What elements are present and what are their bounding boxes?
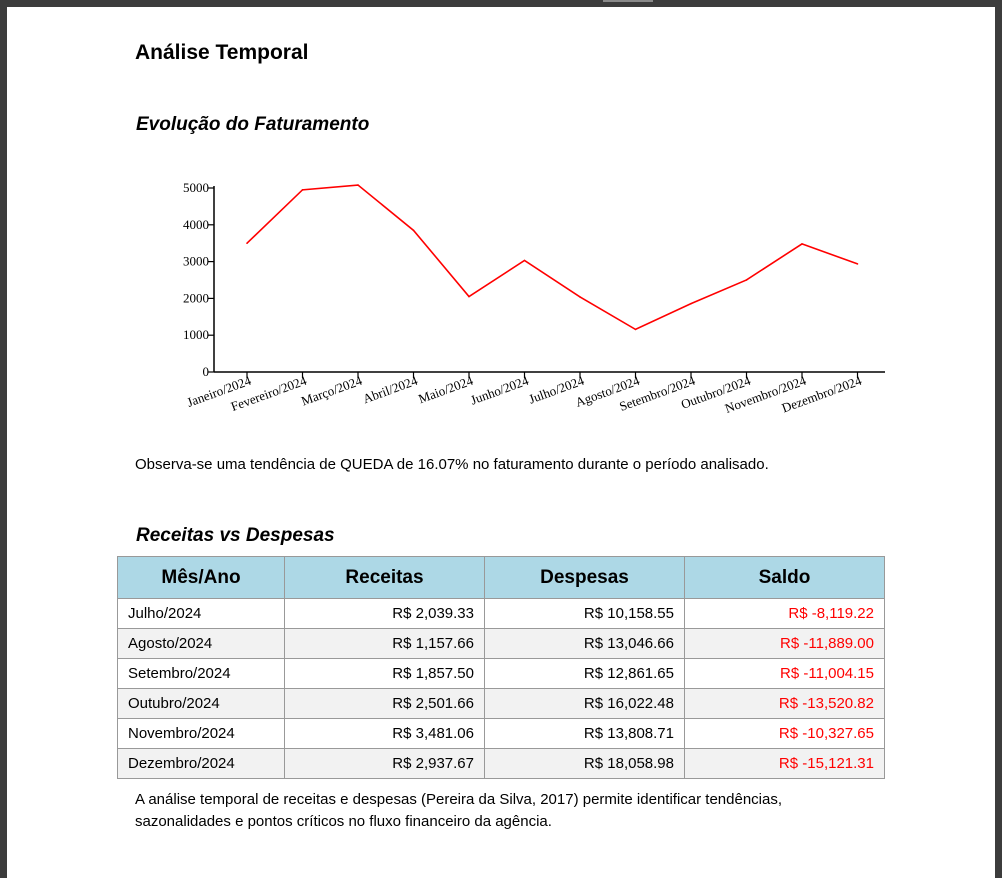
x-tick-label: Junho/2024 — [468, 373, 531, 408]
revenue-line-chart: 010002000300040005000Janeiro/2024Feverei… — [183, 180, 885, 416]
table-row: Novembro/2024 R$ 3,481.06 R$ 13,808.71 R… — [117, 718, 885, 749]
cell-income: R$ 2,937.67 — [284, 748, 485, 779]
revenue-series-line — [246, 184, 858, 331]
column-header-balance: Saldo — [684, 556, 885, 599]
data-point — [246, 242, 248, 244]
analysis-note-line-2: sazonalidades e pontos críticos no fluxo… — [135, 813, 552, 830]
data-point — [301, 189, 304, 191]
cell-month: Dezembro/2024 — [117, 748, 285, 779]
cell-balance: R$ -10,327.65 — [684, 718, 885, 749]
table-row: Julho/2024 R$ 2,039.33 R$ 10,158.55 R$ -… — [117, 598, 885, 629]
cell-income: R$ 1,857.50 — [284, 658, 485, 689]
document-page: Análise Temporal Evolução do Faturamento… — [7, 7, 995, 878]
y-tick-label: 3000 — [183, 254, 209, 269]
data-point — [634, 328, 637, 331]
data-point — [856, 263, 859, 265]
data-point — [357, 184, 359, 186]
table-row: Outubro/2024 R$ 2,501.66 R$ 16,022.48 R$… — [117, 688, 885, 719]
table-row: Dezembro/2024 R$ 2,937.67 R$ 18,058.98 R… — [117, 748, 885, 779]
income-expenses-table: Mês/Ano Receitas Despesas Saldo Julho/20… — [117, 556, 885, 779]
analysis-note: A análise temporal de receitas e despesa… — [135, 789, 782, 833]
cell-income: R$ 2,039.33 — [284, 598, 485, 629]
cell-balance: R$ -13,520.82 — [684, 688, 885, 719]
x-tick-label: Abril/2024 — [361, 373, 420, 407]
viewer-top-bar — [0, 0, 1002, 7]
cell-expenses: R$ 12,861.65 — [484, 658, 685, 689]
y-tick-label: 5000 — [183, 180, 209, 195]
table-row: Agosto/2024 R$ 1,157.66 R$ 13,046.66 R$ … — [117, 628, 885, 659]
cell-income: R$ 3,481.06 — [284, 718, 485, 749]
data-point — [468, 295, 470, 298]
data-point — [690, 302, 692, 305]
column-header-expenses: Despesas — [484, 556, 685, 599]
x-tick-label: Março/2024 — [299, 373, 364, 409]
data-point — [801, 243, 803, 245]
cell-income: R$ 2,501.66 — [284, 688, 485, 719]
cell-balance: R$ -15,121.31 — [684, 748, 885, 779]
cell-expenses: R$ 18,058.98 — [484, 748, 685, 779]
data-point — [523, 259, 526, 262]
cell-expenses: R$ 13,046.66 — [484, 628, 685, 659]
cell-balance: R$ -8,119.22 — [684, 598, 885, 629]
data-point — [412, 229, 415, 232]
cell-month: Agosto/2024 — [117, 628, 285, 659]
y-tick-label: 4000 — [183, 217, 209, 232]
table-header-row: Mês/Ano Receitas Despesas Saldo — [117, 556, 885, 599]
cell-expenses: R$ 16,022.48 — [484, 688, 685, 719]
cell-month: Novembro/2024 — [117, 718, 285, 749]
column-header-income: Receitas — [284, 556, 485, 599]
cell-balance: R$ -11,889.00 — [684, 628, 885, 659]
analysis-note-line-1: A análise temporal de receitas e despesa… — [135, 791, 783, 808]
cell-balance: R$ -11,004.15 — [684, 658, 885, 689]
table-row: Setembro/2024 R$ 1,857.50 R$ 12,861.65 R… — [117, 658, 885, 689]
y-tick-label: 1000 — [183, 327, 209, 342]
x-tick-label: Maio/2024 — [416, 373, 475, 407]
data-point — [579, 296, 581, 298]
trend-note: Observa-se uma tendência de QUEDA de 16.… — [135, 456, 769, 473]
data-point — [745, 279, 748, 281]
cell-month: Julho/2024 — [117, 598, 285, 629]
cell-income: R$ 1,157.66 — [284, 628, 485, 659]
section-title-income-vs-expenses: Receitas vs Despesas — [136, 525, 335, 546]
cell-expenses: R$ 10,158.55 — [484, 598, 685, 629]
y-tick-label: 0 — [203, 364, 210, 379]
cell-month: Setembro/2024 — [117, 658, 285, 689]
cell-month: Outubro/2024 — [117, 688, 285, 719]
column-header-month: Mês/Ano — [117, 556, 285, 599]
viewer-tab-indicator — [603, 0, 653, 2]
cell-expenses: R$ 13,808.71 — [484, 718, 685, 749]
y-tick-label: 2000 — [183, 290, 209, 305]
